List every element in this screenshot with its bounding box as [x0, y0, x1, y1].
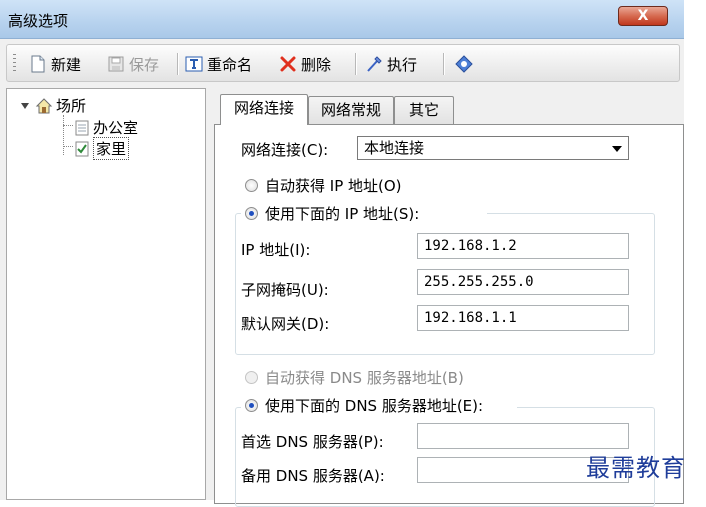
tab-network-connection[interactable]: 网络连接 [220, 94, 308, 125]
manual-ip-label: 使用下面的 IP 地址(S): [265, 205, 420, 223]
save-label: 保存 [129, 55, 160, 74]
title-bar: 高级选项 X [0, 0, 684, 39]
save-button[interactable]: 保存 [107, 53, 159, 75]
mask-input[interactable]: 255.255.255.0 [417, 269, 629, 295]
auto-ip-label: 自动获得 IP 地址(O) [265, 177, 402, 195]
tree-root-node[interactable]: 场所 [21, 95, 86, 116]
execute-label: 执行 [387, 55, 418, 74]
advanced-options-window: 高级选项 X 新建 保存 重命名 删除 执行 场所 办公室 家里 网络连接 网络… [0, 0, 706, 507]
manual-dns-radio[interactable] [245, 399, 258, 412]
close-icon: X [637, 8, 649, 24]
expand-triangle-icon[interactable] [21, 102, 29, 109]
manual-dns-label: 使用下面的 DNS 服务器地址(E): [265, 397, 484, 415]
toolbar-separator [355, 53, 356, 75]
gateway-input[interactable]: 192.168.1.1 [417, 305, 629, 331]
mask-label: 子网掩码(U): [241, 281, 329, 299]
rename-button[interactable]: 重命名 [185, 53, 252, 75]
tree-item-label: 家里 [93, 137, 130, 160]
dns1-label: 首选 DNS 服务器(P): [241, 433, 384, 451]
tree-item-label: 办公室 [93, 119, 139, 137]
delete-button[interactable]: 删除 [279, 53, 331, 75]
new-label: 新建 [51, 55, 82, 74]
new-button[interactable]: 新建 [29, 53, 81, 75]
tab-network-general[interactable]: 网络常规 [308, 96, 394, 124]
tree-root-label: 场所 [56, 97, 87, 115]
new-document-icon [29, 55, 47, 73]
dns2-label: 备用 DNS 服务器(A): [241, 467, 385, 485]
connection-label: 网络连接(C): [241, 141, 329, 159]
watermark: 最需教育 [586, 454, 686, 482]
toolbar-separator [177, 53, 178, 75]
location-tree: 场所 办公室 家里 [6, 88, 206, 500]
window-title: 高级选项 [8, 12, 69, 30]
manual-ip-radio[interactable] [245, 207, 258, 220]
tree-item-office[interactable]: 办公室 [75, 117, 138, 138]
delete-x-icon [279, 55, 297, 73]
toolbar: 新建 保存 重命名 删除 执行 [6, 44, 680, 82]
execute-wand-icon [365, 55, 383, 73]
tree-connector [63, 146, 73, 147]
tree-item-home[interactable]: 家里 [75, 137, 130, 160]
auto-dns-radio[interactable] [245, 371, 258, 384]
execute-button[interactable]: 执行 [365, 53, 417, 75]
checklist-icon [75, 120, 89, 136]
background-strip [684, 0, 706, 500]
auto-dns-label: 自动获得 DNS 服务器地址(B) [265, 369, 464, 387]
help-diamond-icon [455, 55, 473, 73]
ip-label: IP 地址(I): [241, 241, 311, 259]
connection-select[interactable]: 本地连接 [357, 136, 629, 160]
close-button[interactable]: X [618, 6, 668, 26]
location-house-icon [35, 97, 53, 115]
tab-other[interactable]: 其它 [394, 96, 454, 124]
checklist-icon [75, 141, 89, 157]
settings-tabs: 网络连接 网络常规 其它 网络连接(C): 本地连接 自动获得 IP 地址(O)… [214, 94, 684, 507]
save-disk-icon [107, 55, 125, 73]
toolbar-grip[interactable] [13, 54, 16, 74]
connection-value: 本地连接 [364, 139, 425, 157]
gateway-label: 默认网关(D): [241, 315, 330, 333]
rename-icon [185, 55, 203, 73]
auto-ip-radio[interactable] [245, 179, 258, 192]
ip-input[interactable]: 192.168.1.2 [417, 233, 629, 259]
rename-label: 重命名 [207, 55, 253, 74]
tab-panel: 网络连接(C): 本地连接 自动获得 IP 地址(O) 使用下面的 IP 地址(… [214, 124, 684, 507]
delete-label: 删除 [301, 55, 332, 74]
toolbar-separator [443, 53, 444, 75]
dns1-input[interactable] [417, 423, 629, 449]
tree-connector [63, 125, 73, 126]
tree-connector [63, 115, 64, 155]
help-button[interactable] [455, 53, 477, 75]
chevron-down-icon [612, 146, 622, 152]
